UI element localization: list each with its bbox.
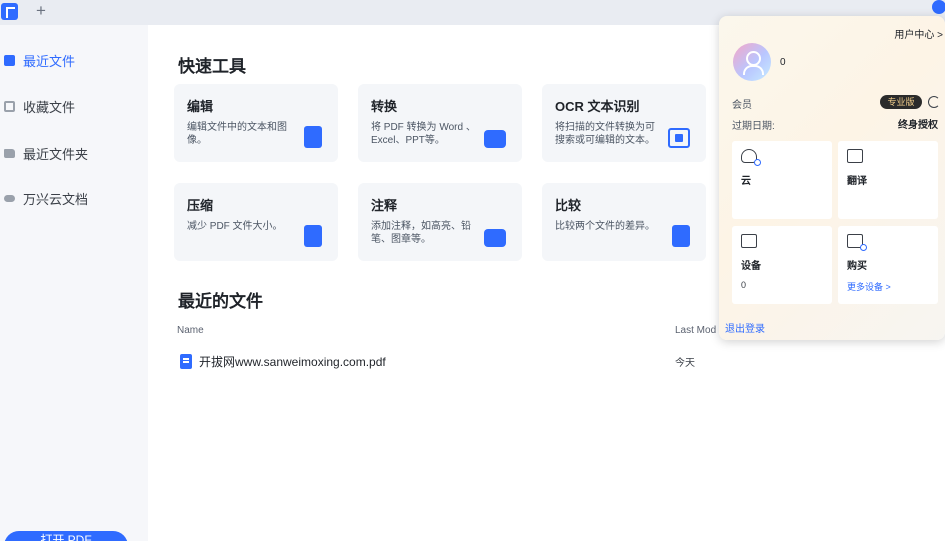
cloud-icon <box>741 149 761 166</box>
star-icon <box>4 100 15 112</box>
tool-desc: 比较两个文件的差异。 <box>555 221 655 232</box>
document-icon <box>4 54 15 66</box>
tool-title: 编辑 <box>187 99 214 114</box>
expiry-label: 过期日期: <box>732 121 775 132</box>
new-tab-button[interactable]: + <box>36 1 46 21</box>
sidebar-item-label: 最近文件 <box>23 53 76 69</box>
tile-title: 翻译 <box>847 176 867 187</box>
translate-icon <box>847 149 863 163</box>
tool-card-compress[interactable]: 压缩 减少 PDF 文件大小。 <box>174 183 338 261</box>
edit-document-icon <box>304 126 322 148</box>
tool-desc: 添加注释，如高亮、铅笔、图章等。 <box>371 221 471 245</box>
file-name: 开拔网www.sanweimoxing.com.pdf <box>199 354 386 369</box>
sidebar-item-favorites[interactable]: 收藏文件 <box>0 91 148 121</box>
tile-title: 购买 <box>847 261 867 272</box>
recent-files-header: Name Last Mod <box>177 325 716 336</box>
user-center-link[interactable]: 用户中心 > <box>894 26 943 41</box>
file-date: 今天 <box>675 357 695 369</box>
tool-card-convert[interactable]: 转换 将 PDF 转换为 Word 、Excel、PPT等。 <box>358 84 522 162</box>
sidebar-item-label: 收藏文件 <box>23 99 76 115</box>
tool-title: 注释 <box>371 198 398 213</box>
table-row[interactable]: 开拔网www.sanweimoxing.com.pdf 今天 <box>180 352 740 370</box>
plan-badge: 专业版 <box>880 95 922 109</box>
column-last-modified[interactable]: Last Mod <box>675 325 716 336</box>
user-popover: 用户中心 > 0 会员 专业版 过期日期: 终身授权 云 翻译 设备 0 购买 … <box>719 16 945 340</box>
tool-desc: 将 PDF 转换为 Word 、Excel、PPT等。 <box>371 122 476 146</box>
sidebar-item-cloud-docs[interactable]: 万兴云文档 <box>0 183 148 213</box>
tool-title: 比较 <box>555 198 582 213</box>
refresh-icon[interactable] <box>928 96 940 108</box>
user-name: 0 <box>780 57 786 68</box>
sidebar-item-recent-files[interactable]: 最近文件 <box>0 45 148 75</box>
tool-desc: 编辑文件中的文本和图像。 <box>187 122 287 146</box>
tool-desc: 将扫描的文件转换为可搜索或可编辑的文本。 <box>555 122 655 146</box>
logout-link[interactable]: 退出登录 <box>725 320 765 335</box>
tool-title: OCR 文本识别 <box>555 99 640 114</box>
user-account-icon[interactable] <box>932 0 945 14</box>
open-pdf-button[interactable]: 打开 PDF <box>4 531 128 541</box>
device-icon <box>741 234 757 248</box>
comment-icon <box>484 229 506 247</box>
sidebar-item-label: 万兴云文档 <box>23 191 89 207</box>
device-count: 0 <box>741 280 747 290</box>
tool-title: 压缩 <box>187 198 214 213</box>
cloud-icon <box>4 194 15 202</box>
folder-icon <box>4 148 15 158</box>
quick-tools-title: 快速工具 <box>178 57 246 76</box>
cart-icon <box>847 234 867 251</box>
tool-card-edit[interactable]: 编辑 编辑文件中的文本和图像。 <box>174 84 338 162</box>
tile-title: 设备 <box>741 261 761 272</box>
app-logo-icon <box>1 3 18 20</box>
sidebar-item-label: 最近文件夹 <box>23 146 89 162</box>
tool-card-annotate[interactable]: 注释 添加注释，如高亮、铅笔、图章等。 <box>358 183 522 261</box>
compare-icon <box>672 225 690 247</box>
tool-title: 转换 <box>371 99 398 114</box>
tile-purchase[interactable]: 购买 更多设备 > <box>838 226 938 304</box>
more-devices-link[interactable]: 更多设备 > <box>847 280 929 293</box>
tile-devices[interactable]: 设备 0 <box>732 226 832 304</box>
sidebar-item-recent-folders[interactable]: 最近文件夹 <box>0 138 148 168</box>
ocr-scan-icon <box>668 128 690 148</box>
compress-icon <box>304 225 322 247</box>
tool-card-compare[interactable]: 比较 比较两个文件的差异。 <box>542 183 706 261</box>
recent-files-title: 最近的文件 <box>178 292 263 311</box>
member-label: 会员 <box>732 100 752 111</box>
convert-icon <box>484 130 506 148</box>
tile-cloud[interactable]: 云 <box>732 141 832 219</box>
tile-title: 云 <box>741 176 751 187</box>
tile-translate[interactable]: 翻译 <box>838 141 938 219</box>
expiry-value: 终身授权 <box>898 120 938 131</box>
column-name[interactable]: Name <box>177 325 204 336</box>
tool-desc: 减少 PDF 文件大小。 <box>187 221 283 232</box>
avatar <box>733 43 771 81</box>
tool-card-ocr[interactable]: OCR 文本识别 将扫描的文件转换为可搜索或可编辑的文本。 <box>542 84 706 162</box>
pdf-file-icon <box>180 353 192 369</box>
sidebar: 最近文件 收藏文件 最近文件夹 万兴云文档 打开 PDF <box>0 25 148 541</box>
